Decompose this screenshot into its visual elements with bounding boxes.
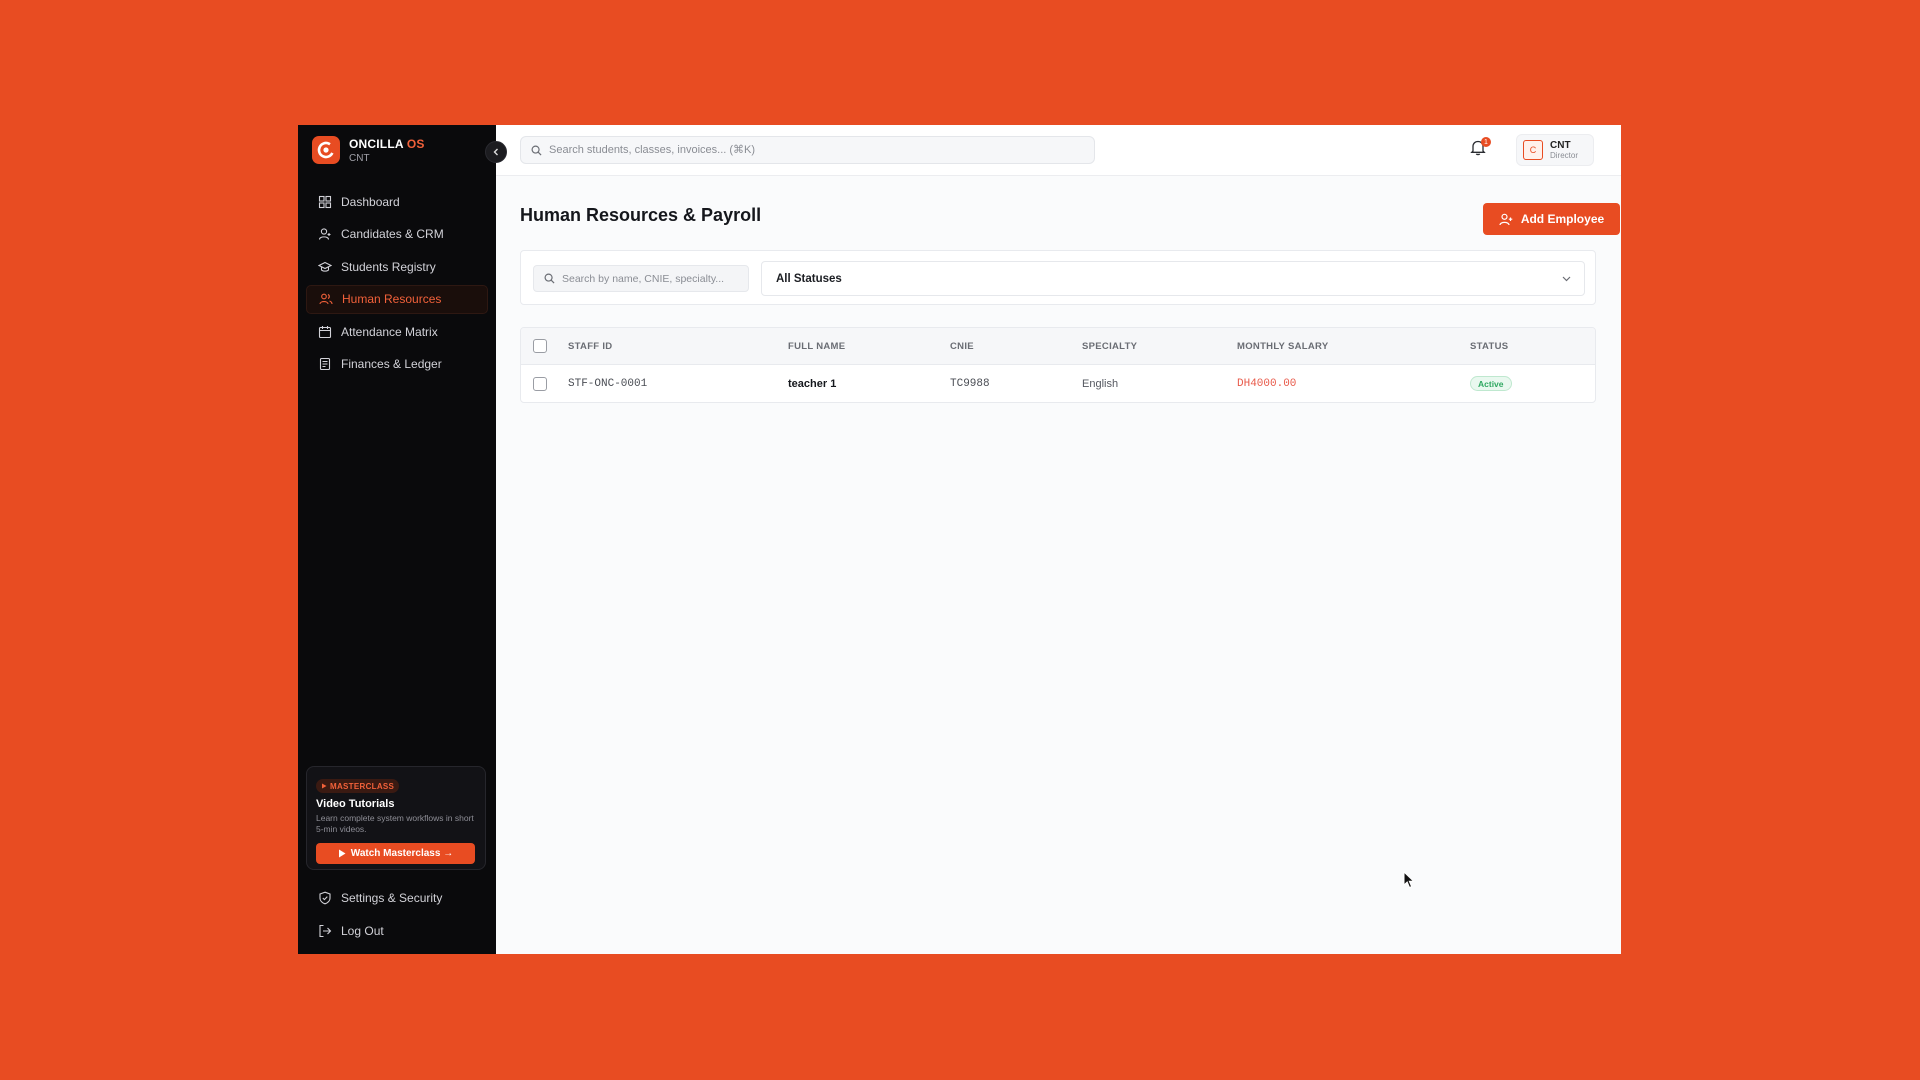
sidebar-item-label: Finances & Ledger: [341, 357, 442, 371]
sidebar-item-label: Settings & Security: [341, 890, 443, 905]
sidebar-bottom-nav: Settings & Security Log Out: [306, 883, 486, 949]
table-header: STAFF ID FULL NAME CNIE SPECIALTY MONTHL…: [521, 328, 1595, 365]
sidebar-item-label: Human Resources: [342, 292, 442, 306]
grid-icon: [318, 195, 332, 208]
status-badge: Active: [1470, 376, 1512, 391]
sidebar-item-students[interactable]: Students Registry: [306, 252, 488, 281]
topbar: 1 C CNT Director: [496, 125, 1621, 176]
user-name: CNT: [1550, 139, 1571, 151]
sidebar-item-label: Students Registry: [341, 259, 436, 274]
masterclass-badge: MASTERCLASS: [316, 779, 400, 793]
row-checkbox[interactable]: [533, 376, 547, 391]
logout-icon: [319, 924, 332, 937]
column-header-cnie[interactable]: CNIE: [950, 328, 974, 364]
ledger-icon: [319, 357, 331, 371]
mouse-cursor-icon: [1403, 871, 1415, 889]
select-all-checkbox[interactable]: [533, 339, 547, 353]
calendar-icon: [318, 325, 332, 338]
notification-badge: 1: [1481, 137, 1491, 147]
column-header-status[interactable]: STATUS: [1470, 328, 1508, 364]
filter-bar: All Statuses: [520, 250, 1596, 305]
chevron-left-icon: [493, 148, 498, 156]
sidebar-item-dashboard[interactable]: Dashboard: [306, 187, 488, 216]
sidebar: ONCILLA OS CNT Dashboard Candidates & CR…: [298, 125, 507, 954]
play-icon: [338, 849, 346, 858]
avatar: C: [1523, 140, 1543, 160]
chevron-down-icon: [1562, 276, 1571, 281]
collapse-sidebar-button[interactable]: [485, 141, 507, 163]
promo-title: Video Tutorials: [316, 798, 395, 810]
user-plus-icon: [318, 228, 331, 240]
column-header-specialty[interactable]: SPECIALTY: [1082, 328, 1137, 364]
user-menu[interactable]: C CNT Director: [1516, 134, 1594, 166]
status-filter-select[interactable]: All Statuses: [761, 261, 1585, 296]
full-name-cell[interactable]: teacher 1: [788, 365, 836, 402]
sidebar-item-label: Candidates & CRM: [341, 227, 444, 241]
sidebar-item-logout[interactable]: Log Out: [306, 916, 486, 945]
brand[interactable]: ONCILLA OS CNT: [298, 125, 496, 175]
main-content: 1 C CNT Director Human Resources & Payro…: [496, 125, 1621, 954]
global-search-input[interactable]: [549, 144, 1069, 156]
column-header-monthly-salary[interactable]: MONTHLY SALARY: [1237, 328, 1328, 364]
employee-search-input[interactable]: [562, 272, 747, 285]
play-icon: [322, 783, 327, 789]
shield-icon: [319, 891, 331, 904]
masterclass-promo-card: MASTERCLASS Video Tutorials Learn comple…: [306, 766, 486, 870]
employees-table: STAFF ID FULL NAME CNIE SPECIALTY MONTHL…: [520, 327, 1596, 403]
graduation-cap-icon: [318, 261, 332, 272]
sidebar-item-label: Dashboard: [341, 194, 400, 209]
add-employee-button[interactable]: Add Employee: [1483, 203, 1620, 235]
global-search[interactable]: [520, 136, 1095, 164]
page-title: Human Resources & Payroll: [520, 205, 762, 225]
sidebar-item-label: Attendance Matrix: [341, 324, 438, 339]
brand-name: ONCILLA OS: [349, 136, 425, 151]
workspace-name: CNT: [349, 152, 370, 164]
search-icon: [531, 145, 542, 156]
watch-masterclass-button[interactable]: Watch Masterclass →: [316, 843, 475, 864]
sidebar-nav: Dashboard Candidates & CRM Students Regi…: [298, 187, 496, 379]
user-plus-icon: [1499, 213, 1513, 225]
oncilla-logo-icon: [312, 136, 340, 164]
salary-cell: DH4000.00: [1237, 377, 1297, 390]
search-icon: [544, 273, 555, 284]
sidebar-item-human-resources[interactable]: Human Resources: [306, 284, 488, 314]
users-icon: [319, 293, 333, 305]
notifications-button[interactable]: 1: [1470, 137, 1491, 159]
employee-search[interactable]: [533, 265, 749, 292]
staff-id-cell: STF-ONC-0001: [568, 377, 648, 390]
specialty-cell: English: [1082, 377, 1119, 390]
sidebar-item-attendance[interactable]: Attendance Matrix: [306, 317, 488, 346]
sidebar-item-candidates[interactable]: Candidates & CRM: [306, 220, 488, 249]
sidebar-item-label: Log Out: [341, 923, 384, 938]
promo-description: Learn complete system workflows in short…: [316, 813, 474, 834]
cnie-cell: TC9988: [950, 377, 990, 390]
sidebar-item-settings[interactable]: Settings & Security: [306, 883, 486, 912]
status-filter-value: All Statuses: [776, 272, 842, 285]
column-header-full-name[interactable]: FULL NAME: [788, 328, 845, 364]
table-row[interactable]: STF-ONC-0001 teacher 1 TC9988 English DH…: [521, 365, 1595, 402]
user-role: Director: [1550, 150, 1579, 160]
add-employee-label: Add Employee: [1520, 212, 1605, 226]
sidebar-item-finances[interactable]: Finances & Ledger: [306, 350, 488, 379]
app-window: ONCILLA OS CNT Dashboard Candidates & CR…: [298, 125, 1621, 954]
column-header-staff-id[interactable]: STAFF ID: [568, 328, 612, 364]
